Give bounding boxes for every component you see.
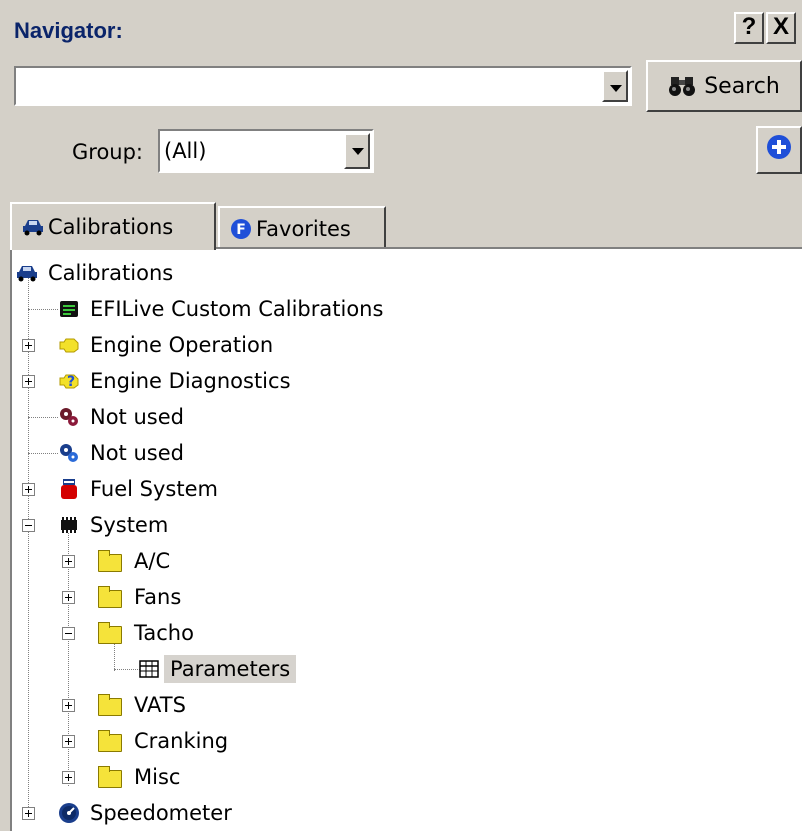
tree-item-misc[interactable]: Misc [98,759,186,795]
tree-item-vats[interactable]: VATS [98,687,192,723]
tree-item-fuel-system[interactable]: Fuel System [58,471,224,507]
search-combobox[interactable] [14,66,632,106]
tree-item-label: Cranking [134,729,229,753]
tree-item-label: A/C [134,549,171,573]
search-dropdown-arrow[interactable] [602,70,628,102]
add-button[interactable] [756,126,802,174]
folder-icon [98,622,124,644]
svg-text:F: F [236,222,246,238]
tree-item-label: Fuel System [90,477,218,501]
favorites-f-icon: F [230,218,252,240]
group-dropdown-arrow[interactable] [344,133,370,169]
tree-item-label: Speedometer [90,801,232,825]
tree-root-calibrations[interactable]: Calibrations [16,255,179,291]
group-label: Group: [72,140,144,164]
table-icon [138,658,160,680]
tree-item-fans[interactable]: Fans [98,579,187,615]
tree-item-parameters[interactable]: Parameters [138,651,297,687]
tree-item-ac[interactable]: A/C [98,543,176,579]
tree-item-not-used-2[interactable]: Not used [58,435,190,471]
help-button[interactable]: ? [734,12,764,44]
custom-calibrations-icon [58,298,80,320]
car-icon [22,216,44,238]
folder-icon [98,766,124,788]
tab-favorites-label: Favorites [256,217,351,241]
expand-fans[interactable] [62,591,75,604]
expand-fuel-system[interactable] [22,483,35,496]
tree-item-label: Engine Operation [90,333,274,357]
binoculars-icon [668,75,696,97]
calibration-tree[interactable]: Calibrations EFILive Custom Calibrations… [10,247,802,831]
expand-speedometer[interactable] [22,807,35,820]
engine-icon [58,334,80,356]
folder-icon [98,550,124,572]
gears-blue-icon [58,442,80,464]
tree-item-system[interactable]: System [58,507,174,543]
tree-item-engine-diagnostics[interactable]: ? Engine Diagnostics [58,363,297,399]
tree-item-tacho[interactable]: Tacho [98,615,200,651]
tree-item-label: EFILive Custom Calibrations [90,297,384,321]
tree-item-cranking[interactable]: Cranking [98,723,234,759]
add-icon [766,134,792,166]
group-value: (All) [164,139,207,163]
tree-item-not-used-1[interactable]: Not used [58,399,190,435]
expand-misc[interactable] [62,771,75,784]
tree-item-engine-operation[interactable]: Engine Operation [58,327,279,363]
speedometer-icon [58,802,80,824]
navigator-title: Navigator: [14,18,123,43]
folder-icon [98,694,124,716]
tab-calibrations[interactable]: Calibrations [10,202,216,250]
folder-icon [98,730,124,752]
tree-item-label: Tacho [134,621,194,645]
tree-item-label: Not used [90,405,184,429]
tree-root-label: Calibrations [48,261,174,285]
expand-engine-diagnostics[interactable] [22,375,35,388]
collapse-system[interactable] [22,519,35,532]
search-button-label: Search [704,73,780,99]
close-button[interactable]: X [766,12,796,44]
tree-item-label: System [90,513,169,537]
tree-item-label: Engine Diagnostics [90,369,291,393]
group-select[interactable]: (All) [158,129,374,173]
tab-calibrations-label: Calibrations [48,215,174,239]
expand-engine-operation[interactable] [22,339,35,352]
collapse-tacho[interactable] [62,627,75,640]
car-icon [16,262,38,284]
chip-icon [58,514,80,536]
tree-item-label: Not used [90,441,184,465]
tree-item-label: Misc [134,765,181,789]
expand-vats[interactable] [62,699,75,712]
expand-cranking[interactable] [62,735,75,748]
tree-item-label: Parameters [164,655,297,683]
tree-item-label: VATS [134,693,186,717]
tree-item-efilive-custom[interactable]: EFILive Custom Calibrations [58,291,389,327]
svg-text:?: ? [67,374,75,390]
diagnostics-icon: ? [58,370,80,392]
tab-favorites[interactable]: F Favorites [218,206,386,250]
tree-item-label: Fans [134,585,182,609]
search-button[interactable]: Search [646,60,802,112]
fuel-pump-icon [58,478,80,500]
folder-icon [98,586,124,608]
tree-item-speedometer[interactable]: Speedometer [58,795,238,831]
gears-red-icon [58,406,80,428]
expand-ac[interactable] [62,555,75,568]
